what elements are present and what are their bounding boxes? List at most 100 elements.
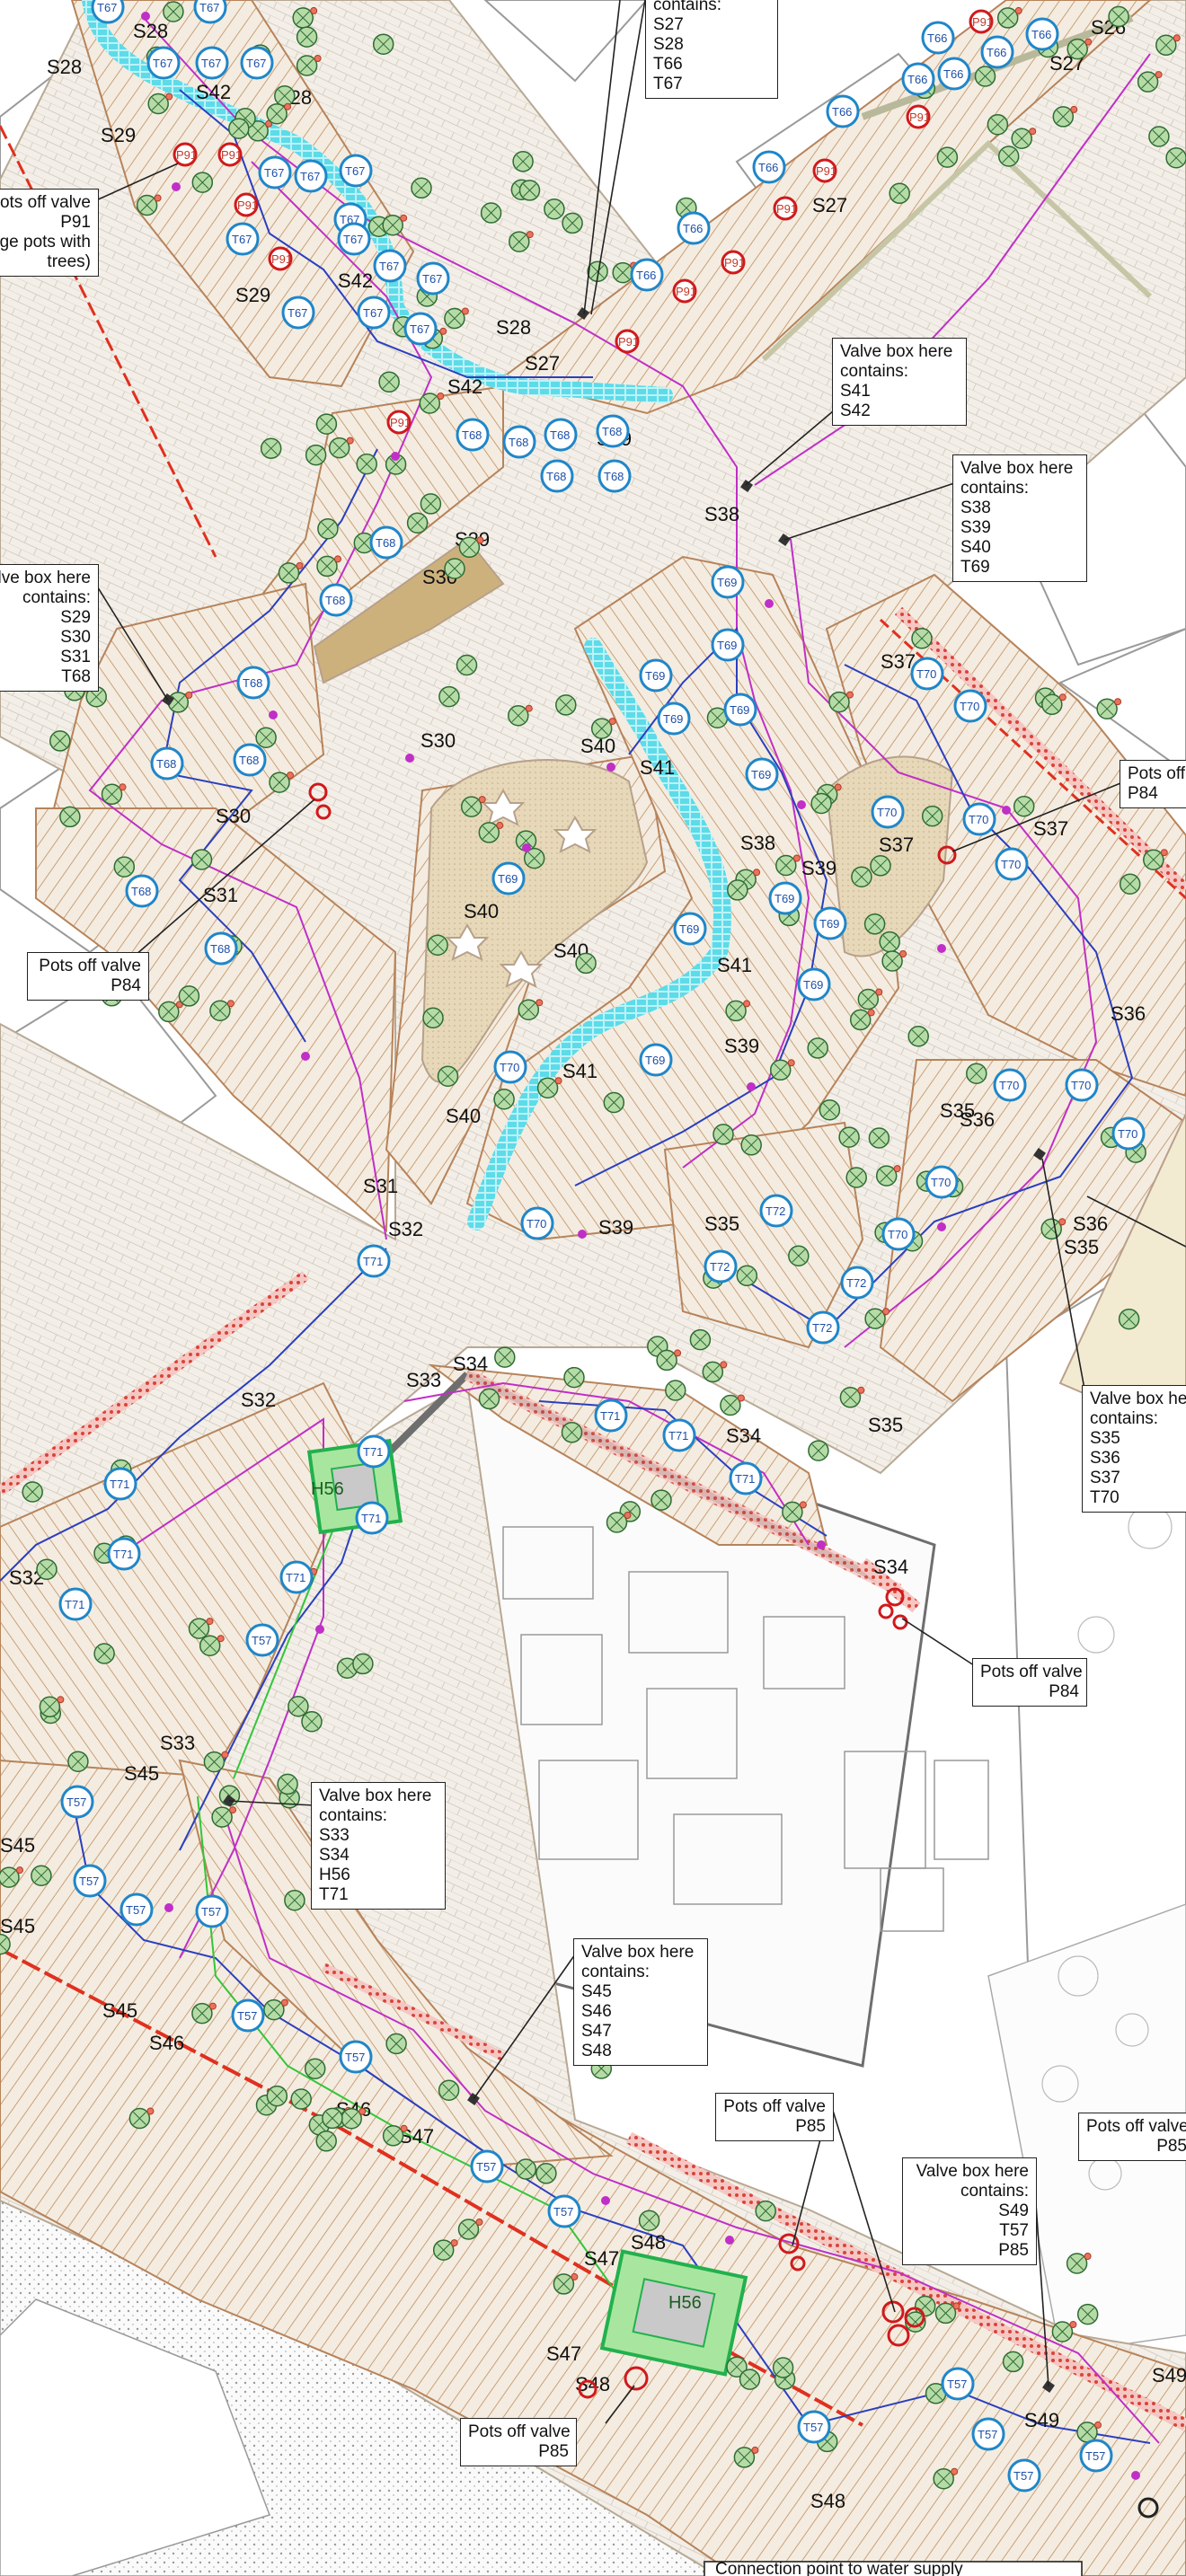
shrub: [921, 805, 943, 827]
tree-ring: T66: [980, 35, 1014, 69]
pot-ring: P91: [173, 142, 198, 167]
valve-callout-s27: contains: S27 S28 T66 T67: [645, 0, 778, 99]
callout-line: S29: [60, 608, 91, 627]
tree-label: T70: [527, 1217, 546, 1231]
shrub: [494, 1346, 516, 1368]
shrub: [305, 444, 327, 466]
tree-ring: T67: [91, 0, 125, 24]
zone-label: S49: [1024, 2409, 1059, 2431]
zone-label: S45: [124, 1762, 159, 1785]
shrub: [444, 558, 465, 579]
tree-ring: T57: [245, 1623, 279, 1657]
shrub: [863, 913, 886, 935]
callout-line: Valve box here: [0, 569, 91, 587]
tree-label: T68: [546, 470, 566, 483]
shrub: [493, 1088, 515, 1110]
tree-ring: T69: [639, 658, 673, 693]
callout-line: contains:: [1090, 1409, 1159, 1428]
tree-ring: T71: [357, 1434, 391, 1469]
tree-ring: T66: [630, 258, 664, 292]
pot-label: P91: [776, 202, 797, 216]
tree-ring: T68: [204, 931, 238, 966]
tree-ring: T71: [662, 1418, 696, 1452]
shrub: [59, 806, 81, 828]
tree-ring: T68: [125, 874, 159, 908]
shrub: [437, 1065, 459, 1087]
tree-ring: T68: [150, 746, 184, 781]
tree-label: T67: [422, 272, 442, 286]
shrub: [228, 118, 250, 139]
tree-ring: T72: [704, 1249, 738, 1284]
shrub: [113, 856, 136, 878]
tree-label: T72: [710, 1260, 730, 1274]
pot-label: P91: [724, 256, 745, 269]
shrub: [563, 1366, 585, 1389]
tree-label: T57: [947, 2378, 967, 2391]
shrub: [512, 151, 534, 172]
shrub: [277, 1773, 298, 1795]
zone-label: S47: [584, 2247, 619, 2270]
shrub: [974, 66, 996, 87]
zone-label: S45: [102, 1999, 137, 2022]
tree-label: T67: [345, 164, 365, 178]
tree-label: T66: [987, 46, 1006, 59]
callout-line: S46: [581, 2002, 612, 2021]
pots-callout-p85-a: Pots off valve P85: [715, 2093, 834, 2141]
shrub: [518, 180, 541, 201]
tree-ring: T66: [826, 94, 860, 128]
tree-label: T57: [237, 2009, 257, 2023]
callout-line: S42: [840, 401, 871, 420]
zone-label: S39: [724, 1035, 759, 1057]
callout-line: Valve box here: [581, 1943, 695, 1962]
pot-label: P91: [271, 252, 292, 266]
zone-label: S39: [801, 857, 836, 879]
shrub: [987, 113, 1009, 136]
tree-label: T68: [239, 754, 259, 767]
shrub: [1108, 5, 1129, 28]
tree-ring: T57: [231, 1998, 265, 2033]
tree-label: T69: [679, 922, 699, 936]
tree-ring: T69: [768, 881, 802, 915]
valve-callout-s29: Valve box here contains: S29 S30 S31 T68: [0, 564, 99, 692]
shrub: [22, 1481, 43, 1503]
pot-ring: P91: [812, 158, 837, 183]
shrub: [420, 493, 442, 515]
callout-line: contains:: [22, 588, 91, 607]
callout-line: contains:: [653, 0, 722, 14]
tree-label: T66: [832, 105, 852, 119]
shrub: [427, 934, 448, 956]
tree-ring: T57: [971, 2417, 1005, 2451]
shrub: [555, 694, 577, 716]
shrub: [438, 2079, 460, 2101]
shrub: [740, 1134, 762, 1156]
callout-line: S39: [960, 518, 991, 537]
tree-label: T71: [363, 1445, 383, 1459]
tree-ring: T68: [319, 583, 353, 617]
shrub: [378, 371, 400, 393]
shrub: [296, 26, 318, 48]
valve-callout-s45: Valve box here contains: S45 S46 S47 S48: [573, 1938, 708, 2066]
tree-label: T68: [462, 428, 482, 442]
tree-ring: T57: [547, 2194, 581, 2228]
tree-ring: T67: [226, 222, 260, 256]
shrub: [808, 1440, 829, 1461]
callout-line: S41: [840, 382, 871, 401]
zone-label: S35: [704, 1213, 739, 1235]
tree-ring: T68: [540, 459, 574, 493]
valve-callout-s38: Valve box here contains: S38 S39 S40 T69: [952, 454, 1087, 582]
tree-ring: T66: [1025, 17, 1059, 51]
pot-ring: P91: [615, 329, 640, 354]
tree-ring: T57: [119, 1892, 154, 1927]
tree-label: T70: [1118, 1127, 1137, 1141]
shrub: [665, 1380, 686, 1401]
tree-label: T71: [735, 1472, 755, 1486]
shrub: [889, 182, 910, 205]
tree-ring: T57: [1007, 2458, 1041, 2492]
tree-label: T57: [803, 2421, 823, 2434]
shrub: [456, 654, 478, 676]
callout-line: S38: [960, 498, 991, 517]
zone-label: S47: [546, 2342, 581, 2365]
tree-label: T66: [758, 161, 778, 174]
tree-label: T69: [717, 576, 737, 589]
shrub: [755, 2200, 776, 2222]
